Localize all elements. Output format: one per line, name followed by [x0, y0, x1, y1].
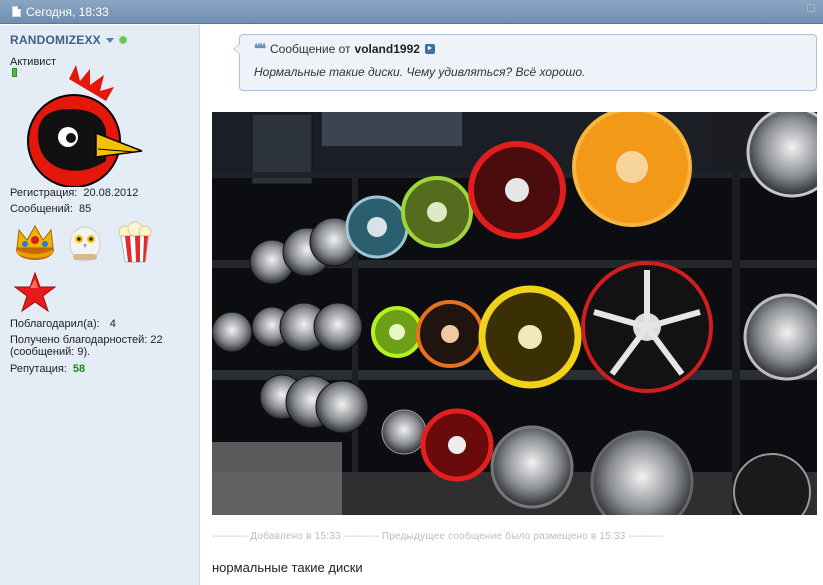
- thanks-received-info: Получено благодарностей: 22 (сообщений: …: [10, 334, 163, 358]
- awards-row: [13, 220, 157, 264]
- messages-info: Сообщений: 85: [10, 203, 92, 215]
- avatar[interactable]: [14, 65, 144, 187]
- reputation-value: 58: [72, 363, 86, 375]
- quote-block: ❝❝ Сообщение от voland1992 ► Нормальные …: [233, 34, 817, 91]
- quote-author: voland1992: [354, 42, 420, 56]
- post-link-icon[interactable]: [807, 4, 815, 12]
- document-icon: [12, 6, 21, 17]
- quote-icon: ❝❝: [254, 41, 266, 56]
- thanked-info: Поблагодарил(а): 4: [10, 318, 116, 330]
- post-header: Сегодня, 18:33: [0, 0, 823, 24]
- registration-info: Регистрация: 20.08.2012: [10, 187, 139, 199]
- post-date: Сегодня, 18:33: [26, 4, 109, 19]
- online-status-icon: [118, 36, 127, 44]
- post-message-text: нормальные такие диски: [212, 560, 363, 575]
- goto-post-icon[interactable]: ►: [424, 44, 435, 54]
- quote-header: ❝❝ Сообщение от voland1992 ►: [254, 41, 435, 56]
- username-link[interactable]: RANDOMIZEXX: [10, 33, 101, 47]
- popcorn-award-icon[interactable]: [113, 220, 157, 264]
- merge-notice: ---------- Добавлено в 15:33 ---------- …: [212, 531, 664, 542]
- wheel-rims-photo[interactable]: [212, 112, 817, 515]
- chevron-down-icon[interactable]: [105, 37, 114, 43]
- owl-award-icon[interactable]: [63, 220, 107, 264]
- red-star-award-icon[interactable]: [13, 271, 57, 313]
- crown-award-icon[interactable]: [13, 220, 57, 264]
- reputation-info: Репутация: 58: [10, 363, 86, 375]
- quote-text: Нормальные такие диски. Чему удивляться?…: [254, 65, 586, 79]
- username-row: RANDOMIZEXX: [10, 33, 127, 47]
- user-sidebar: RANDOMIZEXX Активист Регистрация: 20.08.2…: [0, 25, 200, 585]
